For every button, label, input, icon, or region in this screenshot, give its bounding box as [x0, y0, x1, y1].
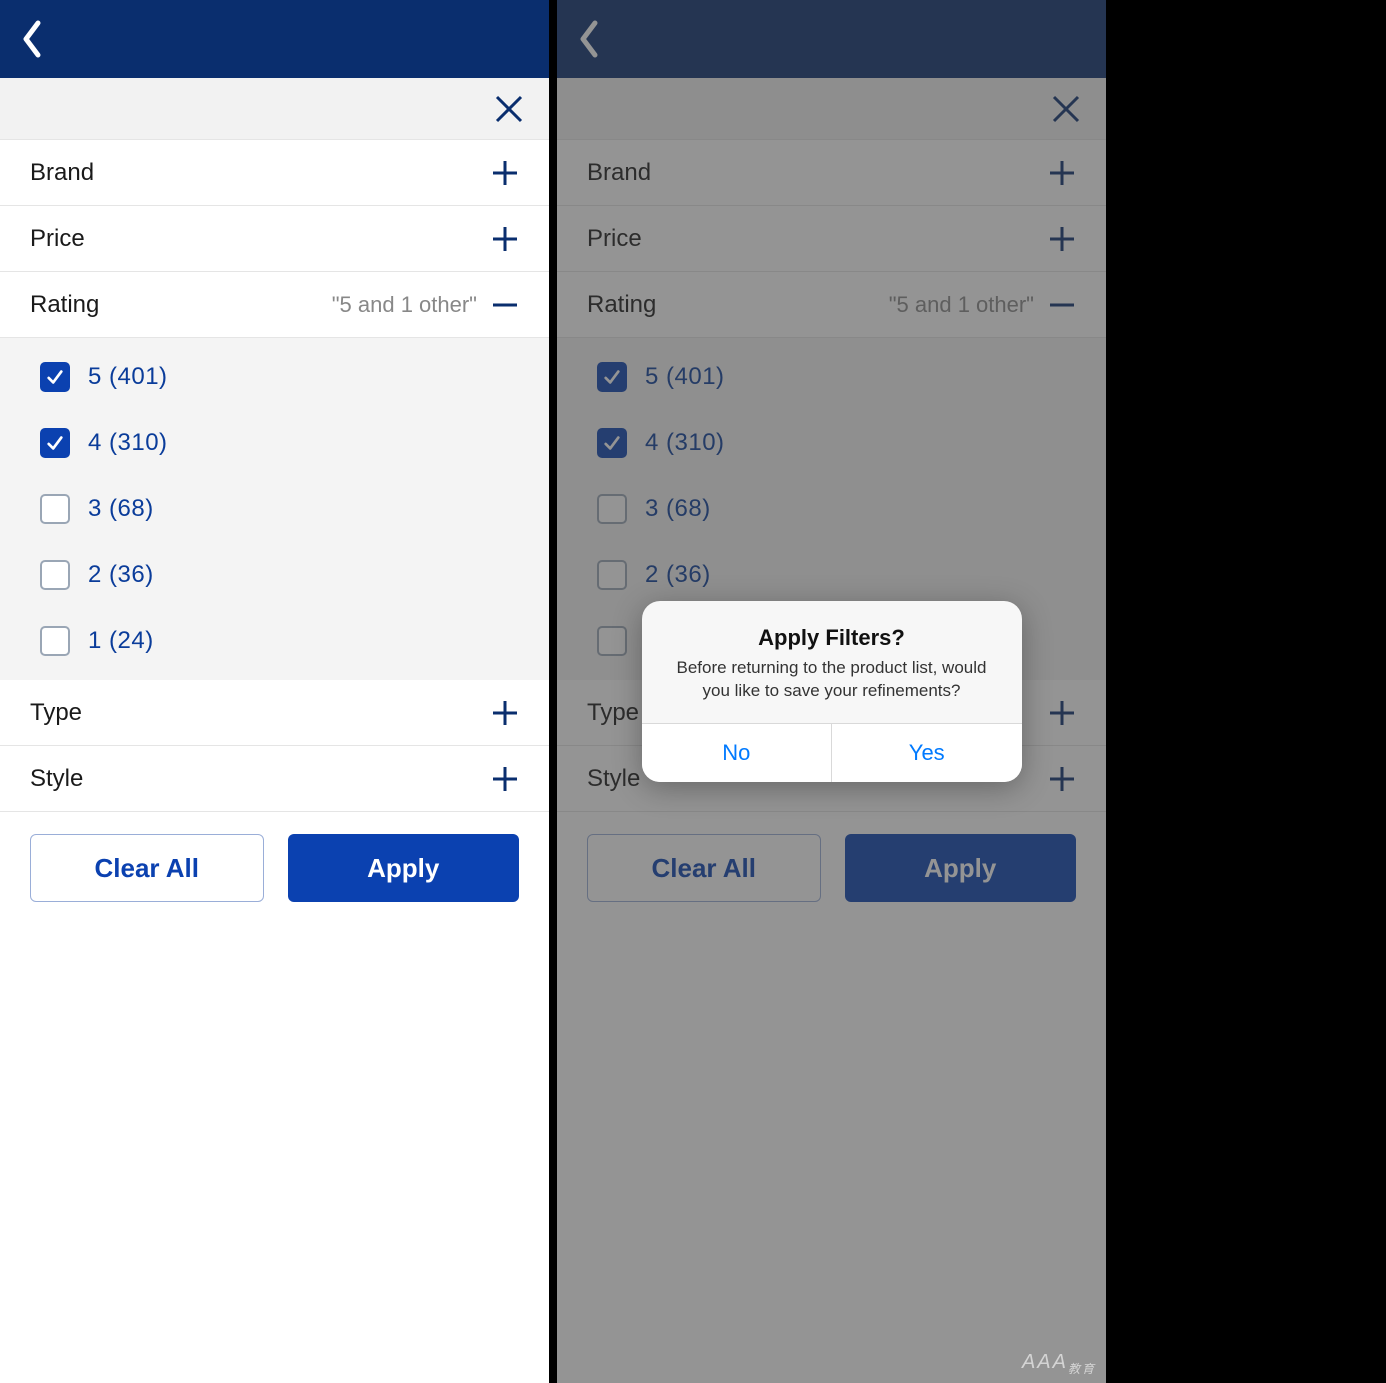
filters-header [0, 78, 549, 140]
checkbox-icon [40, 560, 70, 590]
checkbox-icon [40, 362, 70, 392]
rating-option-2[interactable]: 2 (36) [0, 542, 549, 608]
button-bar: Clear All Apply [0, 812, 549, 924]
rating-option-4[interactable]: 4 (310) [0, 410, 549, 476]
filter-label: Rating [30, 291, 332, 319]
plus-icon [491, 225, 519, 253]
filter-label: Type [30, 699, 491, 727]
plus-icon [491, 159, 519, 187]
filters-panel-right-wrapper: Brand Price Rating "5 and 1 other" 5 (40… [557, 0, 1106, 1383]
alert-actions: No Yes [642, 723, 1022, 782]
filter-row-brand[interactable]: Brand [0, 140, 549, 206]
rating-options: 5 (401) 4 (310) 3 (68) 2 (36) 1 (24) [0, 338, 549, 680]
option-label: 2 (36) [88, 561, 154, 589]
filter-row-type[interactable]: Type [0, 680, 549, 746]
filters-panel-left: Brand Price Rating "5 and 1 other" 5 (40… [0, 0, 549, 1383]
minus-icon [491, 291, 519, 319]
filter-label: Style [30, 765, 491, 793]
filter-label: Price [30, 225, 491, 253]
filter-row-rating[interactable]: Rating "5 and 1 other" [0, 272, 549, 338]
option-label: 3 (68) [88, 495, 154, 523]
extra-space [1106, 0, 1386, 1383]
filler [0, 924, 549, 1383]
close-icon[interactable] [493, 93, 525, 125]
filter-label: Brand [30, 159, 491, 187]
apply-filters-alert: Apply Filters? Before returning to the p… [642, 601, 1022, 782]
rating-option-1[interactable]: 1 (24) [0, 608, 549, 674]
back-icon[interactable] [20, 19, 44, 59]
checkbox-icon [40, 626, 70, 656]
alert-message: Before returning to the product list, wo… [666, 657, 998, 703]
plus-icon [491, 699, 519, 727]
checkbox-icon [40, 494, 70, 524]
option-label: 5 (401) [88, 363, 168, 391]
rating-option-5[interactable]: 5 (401) [0, 344, 549, 410]
filter-row-price[interactable]: Price [0, 206, 549, 272]
clear-all-button[interactable]: Clear All [30, 834, 264, 902]
apply-button[interactable]: Apply [288, 834, 520, 902]
alert-yes-button[interactable]: Yes [831, 724, 1022, 782]
filter-row-style[interactable]: Style [0, 746, 549, 812]
plus-icon [491, 765, 519, 793]
checkbox-icon [40, 428, 70, 458]
alert-body: Apply Filters? Before returning to the p… [642, 601, 1022, 723]
nav-bar [0, 0, 549, 78]
modal-overlay[interactable]: Apply Filters? Before returning to the p… [557, 0, 1106, 1383]
filter-summary: "5 and 1 other" [332, 292, 477, 318]
alert-no-button[interactable]: No [642, 724, 832, 782]
alert-title: Apply Filters? [666, 625, 998, 651]
rating-option-3[interactable]: 3 (68) [0, 476, 549, 542]
option-label: 4 (310) [88, 429, 168, 457]
option-label: 1 (24) [88, 627, 154, 655]
